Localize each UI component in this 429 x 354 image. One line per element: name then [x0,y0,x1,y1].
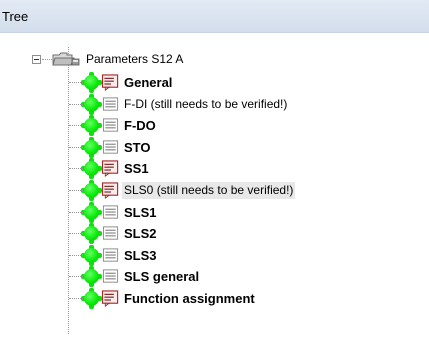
tree-item-label[interactable]: F-DI (still needs to be verified!) [122,96,289,113]
tree-item[interactable]: SLS1 [0,201,429,223]
status-ok-icon [81,288,102,309]
gray-document-icon [102,269,119,284]
tree-item-label[interactable]: General [122,74,174,91]
tree-item-label[interactable]: Function assignment [122,290,257,307]
tree-item[interactable]: SLS general [0,266,429,288]
tree-connector-horizontal [69,233,83,235]
collapse-toggle-icon[interactable] [32,55,41,64]
panel-title: Tree [2,9,29,24]
gray-document-icon [102,140,119,154]
status-ok-icon [81,180,102,201]
status-ok-icon [81,244,102,266]
tree-item-label[interactable]: SLS3 [122,247,159,264]
status-ok-icon [81,201,102,223]
red-document-icon [101,182,119,199]
gray-document-icon [102,118,119,132]
status-ok-icon [81,72,102,93]
tree-item-label[interactable]: STO [122,139,153,156]
tree-item-label[interactable]: SS1 [122,160,151,177]
parameter-tree[interactable]: Parameters S12 A General F-DI (still need… [0,33,429,354]
gray-document-icon [102,205,119,219]
status-ok-icon [81,158,102,180]
tree-item[interactable]: Function assignment [0,288,429,309]
tree-connector-horizontal [69,103,83,105]
red-document-icon [101,74,119,91]
tree-connector-horizontal [69,82,83,83]
red-document-icon [101,290,119,307]
tree-item[interactable]: F-DO [0,115,429,137]
tree-item[interactable]: SLS0 (still needs to be verified!) [0,180,429,201]
tree-item-label[interactable]: SLS2 [122,225,159,242]
status-ok-icon [81,223,102,245]
tree-item-label[interactable]: SLS general [122,268,201,285]
tree-connector-horizontal [69,276,83,278]
tree-item-label[interactable]: SLS0 (still needs to be verified!) [122,182,296,199]
red-document-icon [101,160,119,178]
tree-item[interactable]: F-DI (still needs to be verified!) [0,93,429,115]
tree-panel-header: Tree [0,0,429,33]
status-ok-icon [81,115,102,137]
status-ok-icon [81,93,102,115]
tree-connector-horizontal [69,190,83,191]
status-ok-icon [81,136,102,158]
tree-item[interactable]: SLS3 [0,244,429,266]
tree-item[interactable]: STO [0,136,429,158]
gray-document-icon [102,248,119,262]
gray-document-icon [102,97,119,111]
tree-item[interactable]: General [0,72,429,93]
tree-connector-horizontal [69,168,83,170]
gray-document-icon [102,226,119,240]
tree-connector-horizontal [69,211,83,213]
tree-connector-horizontal [42,59,52,60]
folder-icon [52,52,80,66]
tree-connector-horizontal [69,125,83,127]
tree-item-label[interactable]: F-DO [122,117,158,134]
tree-connector-horizontal [69,146,83,148]
tree-connector-horizontal [69,298,83,299]
tree-item[interactable]: SS1 [0,158,429,180]
tree-connector-horizontal [69,254,83,256]
tree-root-label[interactable]: Parameters S12 A [86,52,183,66]
tree-item[interactable]: SLS2 [0,223,429,245]
tree-item-label[interactable]: SLS1 [122,204,159,221]
status-ok-icon [81,266,102,288]
